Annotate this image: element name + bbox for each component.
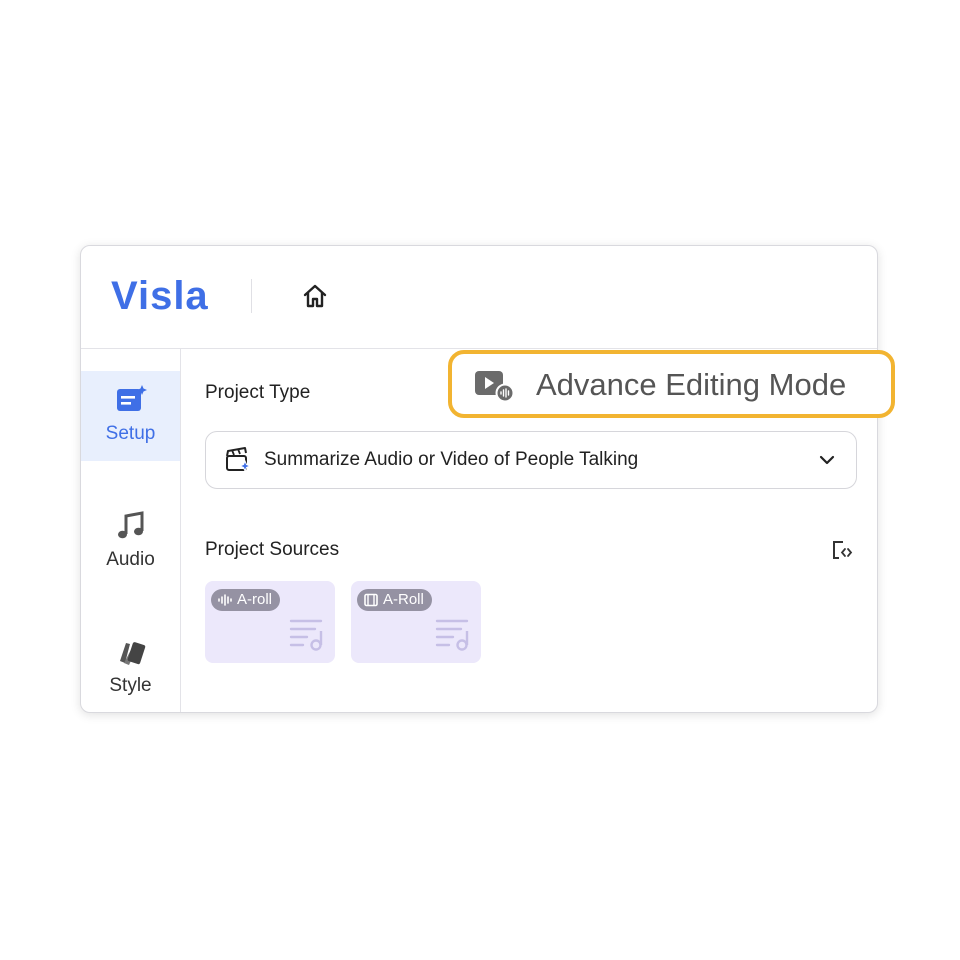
film-icon [364, 593, 378, 607]
project-type-label: Project Type [205, 382, 311, 403]
source-badge: A-roll [211, 589, 281, 611]
sidebar: Setup Audio Style [81, 349, 181, 712]
source-card[interactable]: A-Roll [351, 581, 481, 663]
setup-icon [117, 385, 147, 411]
top-bar: Visla [81, 246, 877, 349]
source-badge: A-Roll [357, 589, 432, 611]
sidebar-item-label: Style [109, 675, 152, 696]
app-window: Visla Setup Audio Style Project Type Sum… [80, 245, 878, 713]
sidebar-item-label: Setup [105, 423, 156, 444]
sidebar-item-style[interactable]: Style [81, 623, 180, 712]
sidebar-item-setup[interactable]: Setup [81, 371, 180, 461]
header-divider [251, 279, 252, 313]
clapperboard-sparkle-icon [226, 447, 252, 473]
source-badge-label: A-roll [237, 591, 273, 608]
music-note-icon [118, 511, 144, 539]
expand-code-icon[interactable] [831, 539, 853, 561]
source-badge-label: A-Roll [383, 591, 424, 608]
music-list-icon [435, 619, 469, 651]
advance-editing-mode-button[interactable]: Advance Editing Mode [448, 350, 895, 418]
visla-logo[interactable]: Visla [111, 274, 209, 319]
sidebar-item-audio[interactable]: Audio [81, 497, 180, 587]
sidebar-item-label: Audio [106, 549, 155, 570]
home-icon[interactable] [299, 280, 331, 312]
music-list-icon [289, 619, 323, 651]
advance-editing-mode-label: Advance Editing Mode [536, 367, 847, 402]
audio-wave-icon [218, 594, 232, 606]
project-type-value: Summarize Audio or Video of People Talki… [264, 449, 639, 470]
chevron-down-icon [819, 455, 835, 465]
project-type-select[interactable]: Summarize Audio or Video of People Talki… [205, 431, 857, 489]
style-swatch-icon [120, 642, 146, 665]
project-sources-label: Project Sources [205, 539, 340, 560]
video-audio-icon [475, 371, 514, 402]
source-card[interactable]: A-roll [205, 581, 335, 663]
